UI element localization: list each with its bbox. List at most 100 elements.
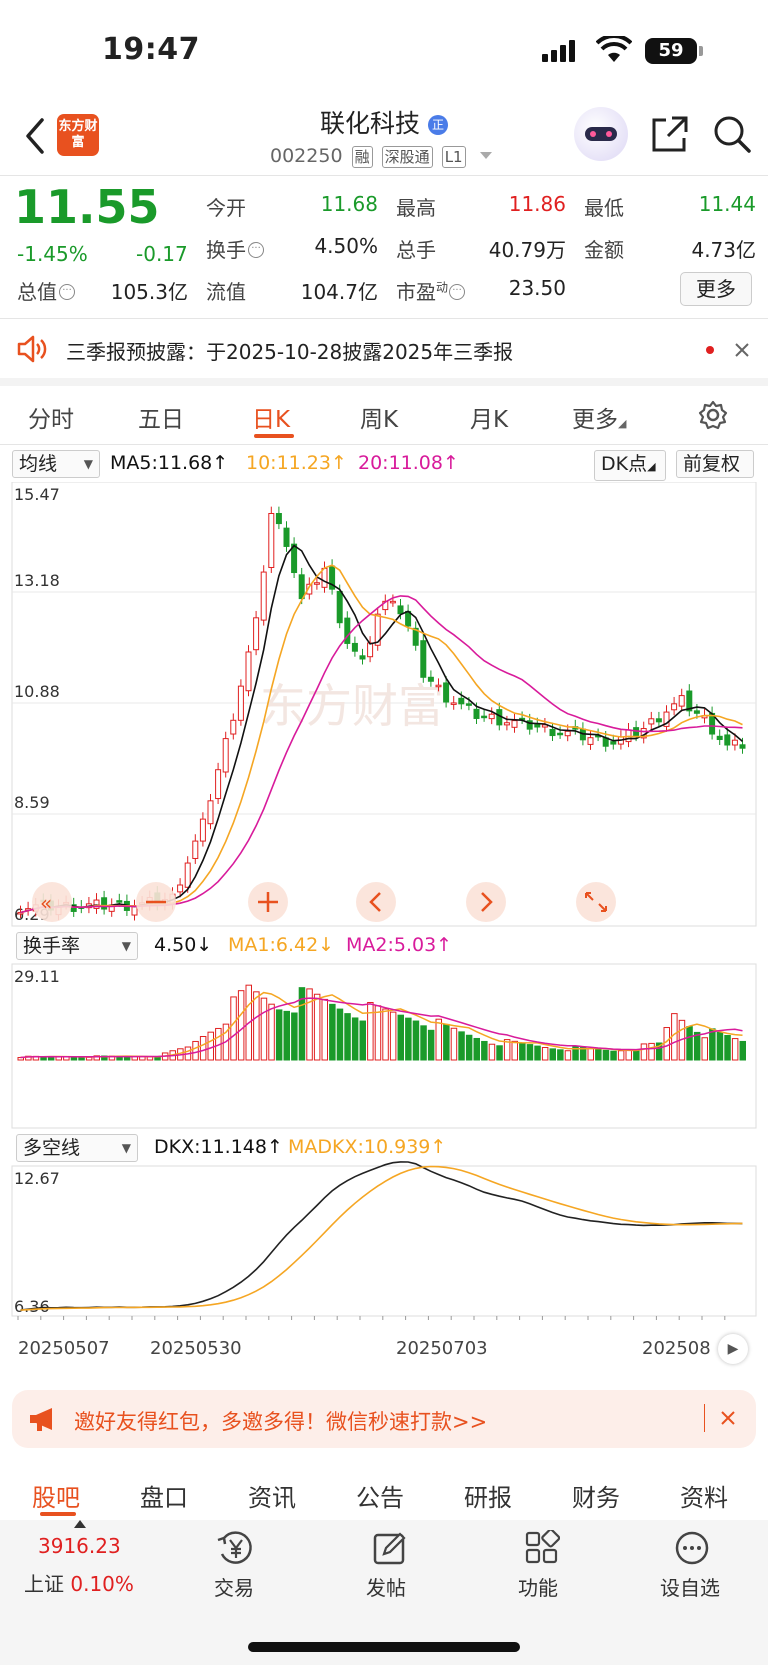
function-button[interactable]: 功能: [518, 1572, 558, 1601]
turnover-bar: [313, 993, 321, 1061]
scroll-right-button[interactable]: ▶: [718, 1334, 748, 1364]
dk-point-select[interactable]: DK点◢: [594, 450, 666, 481]
tab-orderbook[interactable]: 盘口: [140, 1478, 188, 1513]
share-icon[interactable]: [650, 114, 690, 154]
candle-body: [215, 769, 222, 800]
settings-gear-icon[interactable]: [698, 400, 728, 430]
promo-text: 邀好友得红包，多邀多得！微信秒速打款>>: [74, 1410, 488, 1434]
turnover-bar: [541, 1047, 549, 1061]
tag-connect: 深股通: [381, 146, 433, 168]
turnover-bar: [587, 1048, 594, 1061]
tab-daily-k[interactable]: 日K: [252, 400, 290, 434]
candle-body: [450, 702, 457, 705]
y-label: 13.18: [14, 571, 60, 590]
speaker-icon: [17, 335, 47, 363]
total-cap-value: 105.3亿: [110, 280, 188, 304]
y-label: 10.88: [14, 682, 60, 701]
close-icon[interactable]: [720, 1410, 736, 1426]
candle-body: [283, 527, 290, 547]
turnover-bar: [283, 1010, 290, 1061]
candle-body: [443, 682, 450, 703]
candle-body: [177, 884, 184, 893]
status-time: 19:47: [102, 32, 200, 67]
search-icon[interactable]: [712, 114, 752, 154]
tab-finance[interactable]: 财务: [572, 1478, 620, 1513]
play-icon: ▶: [727, 1341, 739, 1357]
kline-chart[interactable]: 东方财富 15.47 13.18 10.88 8.59 6.29 « 29.11…: [0, 482, 768, 1330]
info-icon[interactable]: ···: [449, 284, 466, 300]
tab-more[interactable]: 更多◢: [572, 400, 626, 434]
candle-body: [557, 732, 564, 736]
turnover-bar: [374, 1005, 382, 1061]
robot-avatar-icon[interactable]: [574, 107, 628, 161]
next-button[interactable]: [466, 882, 506, 922]
divider: [0, 444, 768, 445]
promo-banner[interactable]: 邀好友得红包，多邀多得！微信秒速打款>>: [12, 1390, 756, 1448]
turnover-value: 4.50%: [314, 234, 378, 258]
info-icon[interactable]: ···: [59, 284, 75, 300]
turnover-select[interactable]: 换手率 ▼: [16, 932, 138, 960]
turnover-value-legend: 4.50↓: [154, 934, 213, 956]
date-ticks: [17, 1316, 726, 1320]
turnover-bar: [686, 1026, 693, 1061]
post-button[interactable]: 发帖: [366, 1572, 406, 1601]
turnover-bar: [724, 1035, 731, 1061]
tab-five-day[interactable]: 五日: [138, 400, 184, 434]
more-quote-button[interactable]: 更多: [680, 272, 752, 306]
tab-weekly-k[interactable]: 周K: [360, 400, 398, 434]
dkx-select[interactable]: 多空线 ▼: [16, 1134, 138, 1162]
index-value[interactable]: 3916.23: [38, 1534, 121, 1558]
trade-button[interactable]: 交易: [214, 1572, 254, 1601]
adjust-select[interactable]: 前复权: [676, 450, 754, 478]
turnover-bar: [192, 1040, 199, 1061]
candle-body: [192, 840, 199, 859]
pe-label: 市盈动 ···: [396, 276, 466, 305]
candle-body: [389, 600, 396, 604]
turnover-bar: [488, 1043, 496, 1061]
y-label: 15.47: [14, 485, 60, 504]
candle-body: [230, 719, 237, 735]
candle-body: [587, 737, 594, 745]
tab-profile[interactable]: 资料: [680, 1478, 728, 1513]
turnover-bar: [405, 1017, 412, 1061]
candle-body: [549, 728, 556, 737]
tab-monthly-k[interactable]: 月K: [470, 400, 508, 434]
candle-body: [716, 735, 723, 741]
turnover-bar: [207, 1031, 214, 1061]
turnover-bar: [336, 1008, 344, 1061]
candle-body: [671, 703, 678, 711]
megaphone-icon: [30, 1408, 52, 1431]
turnover-bar: [397, 1014, 404, 1061]
candle-body: [648, 718, 655, 725]
candle-body: [222, 738, 229, 773]
verified-badge: 正: [427, 115, 448, 135]
notice-text[interactable]: 三季报预披露：于2025-10-28披露2025年三季报: [66, 336, 513, 365]
unread-dot: [706, 346, 714, 354]
tab-news[interactable]: 资讯: [248, 1478, 296, 1513]
add-watchlist-button[interactable]: 设自选: [660, 1572, 720, 1601]
indicator-select[interactable]: 均线 ▼: [12, 450, 100, 478]
turnover-bar: [564, 1050, 572, 1061]
dropdown-triangle-icon[interactable]: [479, 152, 492, 159]
turnover-ma2-line: [20, 997, 743, 1059]
tab-guba[interactable]: 股吧: [32, 1478, 80, 1513]
prev-button[interactable]: [356, 882, 396, 922]
divider: [704, 1404, 705, 1432]
info-icon[interactable]: ···: [248, 242, 264, 258]
turnover-bar: [306, 988, 313, 1061]
close-icon[interactable]: [734, 342, 750, 358]
legend-ma10: 10:11.23↑: [246, 452, 347, 474]
candle-body: [420, 640, 427, 678]
candle-body: [237, 685, 244, 721]
fullscreen-button[interactable]: [576, 882, 616, 922]
tab-research[interactable]: 研报: [464, 1478, 512, 1513]
stock-code-row: 002250 融 深股通 L1: [270, 145, 492, 168]
index-name[interactable]: 上证 0.10%: [24, 1568, 134, 1597]
caret-up-icon: [74, 1520, 86, 1528]
madkx-legend: MADKX:10.939↑: [288, 1136, 447, 1158]
candle-body: [275, 513, 282, 525]
tab-intraday[interactable]: 分时: [28, 400, 74, 434]
candle-body: [739, 744, 746, 749]
tab-announcements[interactable]: 公告: [356, 1478, 404, 1513]
candle-body: [359, 655, 366, 660]
